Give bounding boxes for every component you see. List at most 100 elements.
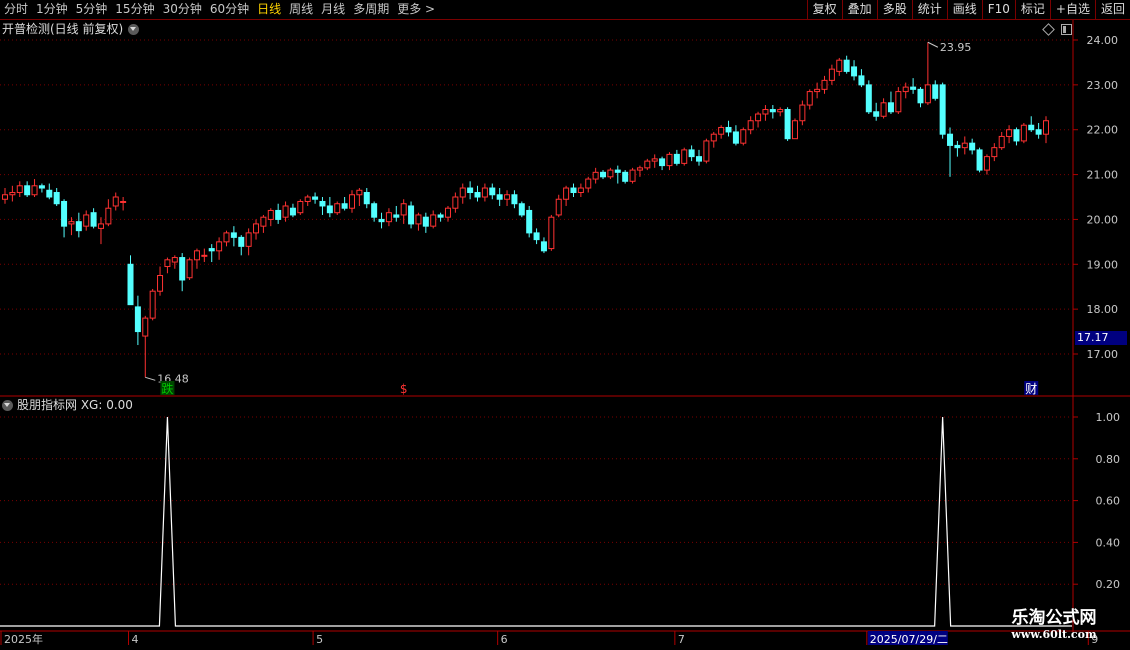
- candle-down: [422, 216, 429, 227]
- candle-up: [201, 254, 208, 257]
- candle-up: [681, 149, 688, 164]
- candle-up: [585, 178, 592, 189]
- candle-up: [703, 140, 710, 162]
- event-marker: 跌: [161, 381, 173, 396]
- candle-down: [976, 149, 983, 171]
- candle-down: [526, 209, 533, 234]
- candle-down: [341, 203, 348, 209]
- candle-up: [444, 207, 451, 218]
- candle-up: [607, 169, 614, 178]
- y-tick-label: 17.00: [1087, 348, 1119, 361]
- candle-up: [644, 160, 651, 169]
- candle-down: [873, 111, 880, 117]
- candle-down: [496, 194, 503, 200]
- candle-down: [238, 236, 245, 247]
- candle-down: [659, 158, 666, 167]
- candle-down: [371, 203, 378, 218]
- indicator-y-tick-label: 0.40: [1096, 536, 1121, 549]
- high-price-label: 23.95: [940, 41, 972, 54]
- candle-down: [688, 149, 695, 158]
- current-price-label: 17.17: [1075, 331, 1127, 345]
- candle-up: [260, 216, 267, 227]
- high-marker-arrow: [927, 41, 939, 48]
- candle-up: [149, 290, 156, 319]
- indicator-y-tick-label: 0.20: [1096, 578, 1121, 591]
- candle-up: [577, 187, 584, 194]
- candle-up: [880, 102, 887, 117]
- candle-up: [836, 59, 843, 72]
- candle-down: [312, 196, 319, 200]
- indicator-title-bar: 股朋指标网 XG: 0.00: [2, 398, 133, 412]
- candle-down: [769, 109, 776, 113]
- candle-down: [932, 84, 939, 99]
- candle-up: [171, 257, 178, 263]
- candle-up: [762, 109, 769, 115]
- x-tick-label: 6: [501, 633, 508, 646]
- candle-down: [600, 171, 607, 178]
- x-tick-label: 7: [678, 633, 685, 646]
- candle-down: [947, 133, 954, 146]
- candle-up: [710, 133, 717, 142]
- candle-down: [75, 221, 82, 232]
- x-tick-label: 4: [132, 633, 139, 646]
- indicator-y-tick-label: 1.00: [1096, 411, 1121, 424]
- candle-up: [2, 194, 8, 200]
- y-tick-label: 19.00: [1087, 258, 1119, 271]
- candle-up: [548, 216, 555, 250]
- chevron-down-icon[interactable]: [2, 399, 13, 411]
- candle-down: [378, 218, 385, 223]
- candle-down: [289, 207, 296, 216]
- candle-up: [223, 232, 230, 243]
- candle-down: [437, 214, 444, 218]
- candle-down: [622, 171, 629, 182]
- candle-up: [282, 205, 289, 218]
- candle-down: [230, 232, 237, 238]
- candle-down: [46, 189, 53, 198]
- xg-signal-line: [0, 416, 1072, 627]
- candle-up: [806, 91, 813, 106]
- candle-down: [467, 187, 474, 194]
- candle-up: [814, 88, 821, 93]
- candle-up: [216, 241, 223, 252]
- candle-up: [9, 192, 16, 196]
- candle-down: [784, 109, 791, 140]
- candle-down: [1035, 129, 1042, 135]
- candle-down: [518, 203, 525, 216]
- candle-down: [408, 205, 415, 225]
- candle-down: [319, 200, 326, 207]
- candle-up: [459, 187, 466, 198]
- candle-up: [777, 109, 784, 113]
- candle-down: [887, 102, 894, 113]
- candle-down: [570, 187, 577, 194]
- candle-up: [799, 104, 806, 122]
- candle-up: [555, 198, 562, 216]
- candle-up: [902, 86, 909, 93]
- candle-down: [851, 66, 858, 77]
- candle-down: [38, 185, 45, 189]
- candle-up: [924, 84, 931, 104]
- candle-down: [363, 192, 370, 205]
- candle-up: [334, 203, 341, 214]
- candle-up: [267, 209, 274, 220]
- event-marker: 财: [1025, 382, 1037, 396]
- candle-down: [326, 205, 333, 214]
- candle-up: [636, 167, 643, 171]
- candle-down: [858, 75, 865, 86]
- candle-down: [843, 59, 850, 72]
- candle-up: [304, 196, 311, 202]
- candle-down: [393, 214, 400, 218]
- y-tick-label: 18.00: [1087, 303, 1119, 316]
- candle-up: [629, 169, 636, 182]
- kline-chart[interactable]: 17.00 18.00 19.00 20.00 21.00 22.00 23.00 24.00…: [0, 0, 1130, 650]
- candle-up: [452, 196, 459, 209]
- candle-down: [696, 156, 702, 162]
- candle-up: [83, 214, 90, 227]
- candle-down: [90, 212, 97, 227]
- low-marker-arrow: [145, 376, 156, 381]
- candle-up: [349, 194, 355, 209]
- candle-down: [61, 200, 68, 227]
- indicator-y-tick-label: 0.60: [1096, 495, 1121, 508]
- candle-up: [31, 185, 38, 196]
- candle-up: [68, 221, 75, 225]
- candle-down: [511, 194, 518, 205]
